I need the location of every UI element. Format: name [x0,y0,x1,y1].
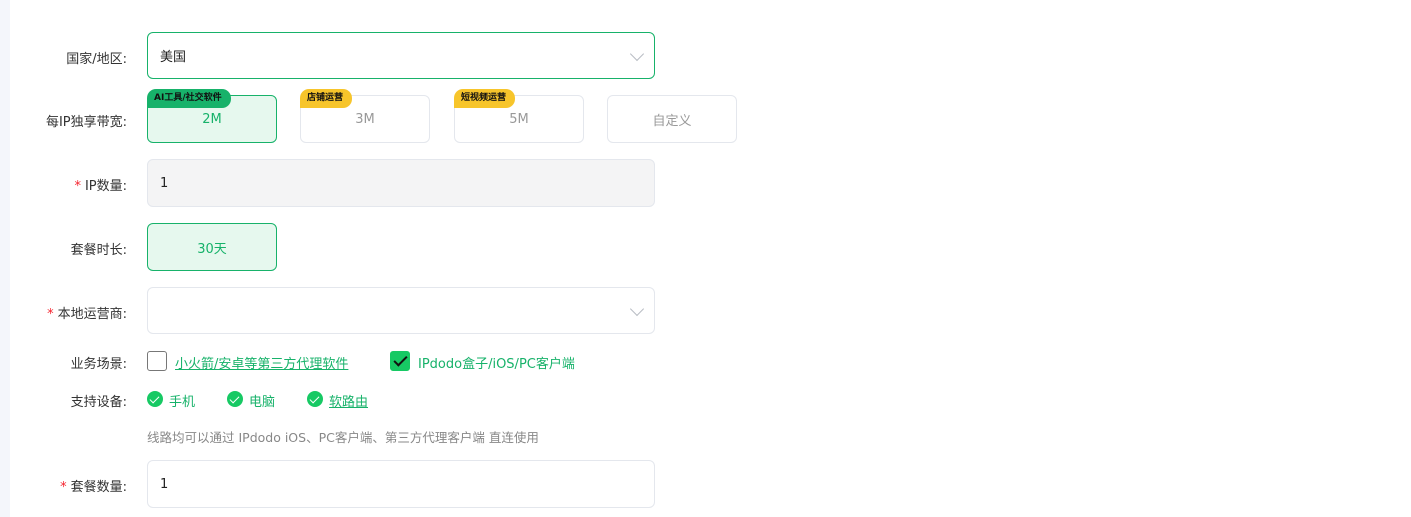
ip-count-value: 1 [160,175,169,191]
bandwidth-tag: AI工具/社交软件 [147,89,231,108]
carrier-label-text: 本地运营商: [57,307,127,322]
package-qty-label: * 套餐数量: [0,476,127,495]
ip-count-label: * IP数量: [0,175,127,194]
country-value: 美国 [160,50,187,65]
bandwidth-option-custom[interactable]: 自定义 [607,95,737,143]
bandwidth-option-3m[interactable]: 店铺运营 3M [300,89,430,143]
bandwidth-label: 每IP独享带宽: [45,115,127,130]
carrier-label: * 本地运营商: [0,303,127,322]
required-mark: * [60,480,67,495]
bandwidth-option-5m[interactable]: 短视频运营 5M [454,89,584,143]
country-select[interactable]: 美国 [147,32,655,79]
bandwidth-option-label: 3M [355,111,375,127]
package-qty-value: 1 [160,476,169,492]
scenario-label: 业务场景: [70,357,127,372]
bandwidth-tag: 短视频运营 [454,89,516,108]
bandwidth-tag: 店铺运营 [300,89,353,108]
duration-option-30d[interactable]: 30天 [147,223,277,271]
devices-hint: 线路均可以通过 IPdodo iOS、PC客户端、第三方代理客户端 直连使用 [147,430,539,445]
required-mark: * [74,179,81,194]
country-label: 国家/地区: [66,52,127,67]
package-qty-label-text: 套餐数量: [70,480,127,495]
device-computer: 电脑 [249,395,276,410]
device-soft-router-link[interactable]: 软路由 [329,391,368,410]
required-mark: * [47,307,54,322]
check-circle-icon [147,391,163,407]
carrier-select[interactable] [147,287,655,334]
check-circle-icon [227,391,243,407]
check-circle-icon [307,391,323,407]
scenario-link-third-party[interactable]: 小火箭/安卓等第三方代理软件 [175,353,348,372]
scenario-checkbox-third-party[interactable] [147,351,167,371]
ip-count-label-text: IP数量: [84,179,127,194]
bandwidth-option-2m[interactable]: AI工具/社交软件 2M [147,89,277,143]
ip-count-input: 1 [147,159,655,207]
bandwidth-option-label: 自定义 [652,113,692,129]
bandwidth-option-label: 5M [509,111,529,127]
scenario-label-client[interactable]: IPdodo盒子/iOS/PC客户端 [418,353,575,372]
duration-label: 套餐时长: [70,243,127,258]
devices-label: 支持设备: [70,395,127,410]
chevron-down-icon [629,46,645,61]
scenario-checkbox-client[interactable] [390,351,410,371]
duration-option-label: 30天 [197,241,227,257]
bandwidth-option-label: 2M [202,111,222,127]
package-qty-input[interactable]: 1 [147,460,655,508]
left-edge-strip [0,0,10,517]
chevron-down-icon [629,301,645,316]
device-phone: 手机 [169,395,196,410]
